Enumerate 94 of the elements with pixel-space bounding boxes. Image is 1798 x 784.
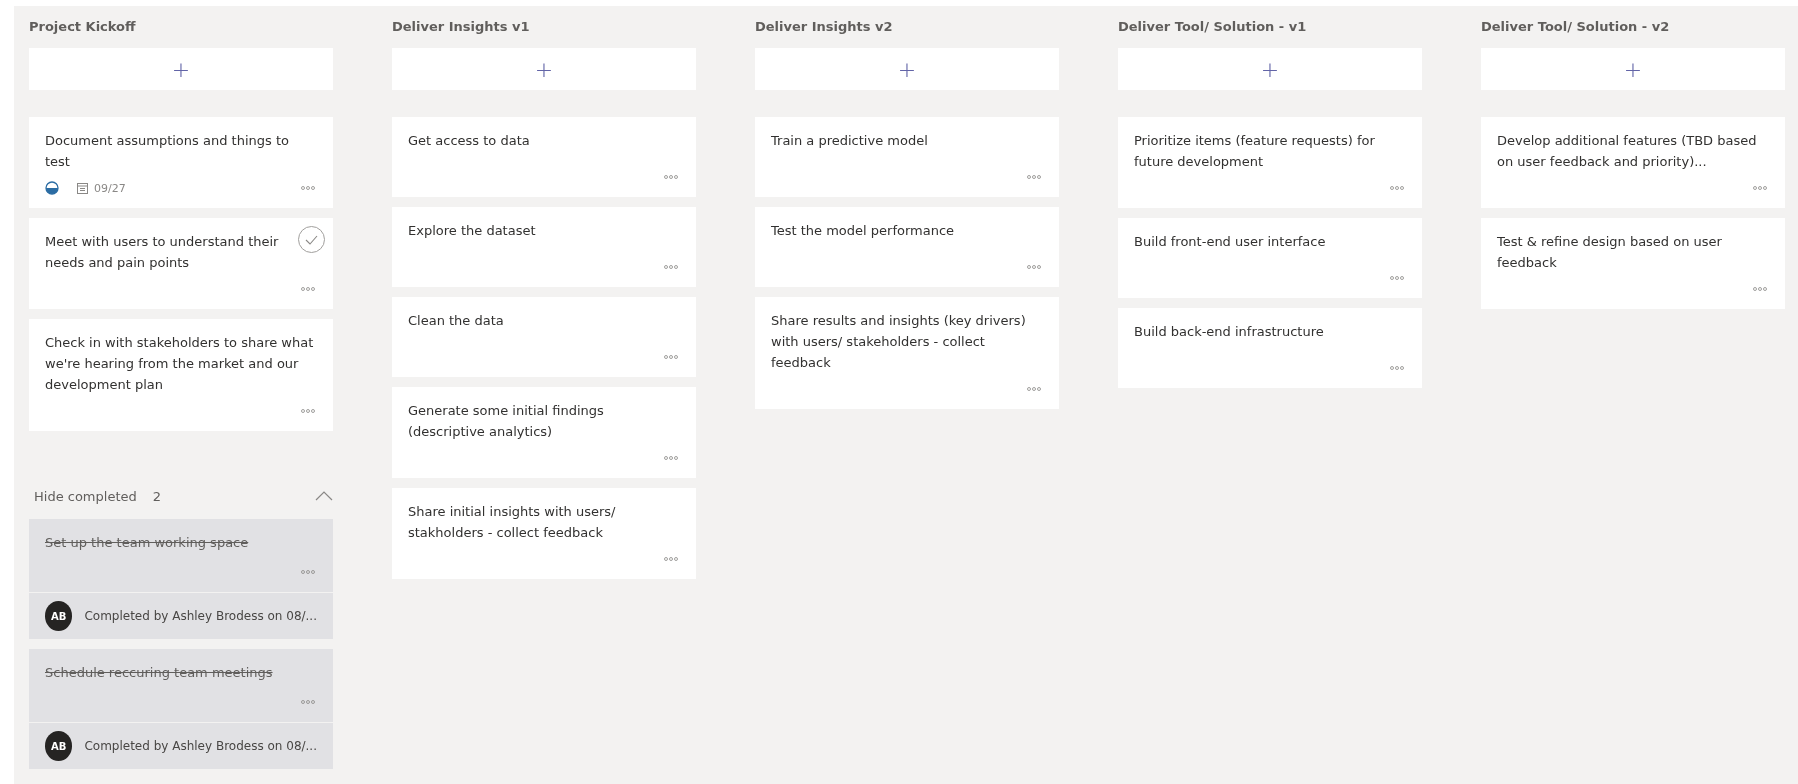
more-button[interactable]	[299, 184, 317, 192]
task-card[interactable]: Get access to data	[392, 117, 696, 197]
add-task-button[interactable]: +	[392, 48, 696, 90]
task-title: Set up the team working space	[45, 534, 250, 552]
more-icon	[664, 175, 678, 179]
task-card[interactable]: Share results and insights (key drivers) with users/ stakeholders - collect feedback	[755, 297, 1059, 409]
due-date: 09/27	[94, 181, 126, 195]
task-title: Get access to data	[408, 132, 531, 150]
more-button[interactable]	[662, 263, 680, 271]
task-title: Check in with stakeholders to share what we're hearing from the market and our development plan	[45, 334, 315, 394]
more-button[interactable]	[1025, 385, 1043, 393]
more-button[interactable]	[662, 454, 680, 462]
task-title: Prioritize items (feature requests) for future development	[1134, 132, 1376, 171]
more-button[interactable]	[1388, 274, 1406, 282]
bucket-title: Project Kickoff	[29, 18, 137, 36]
more-button[interactable]	[299, 568, 317, 576]
task-title: Develop additional features (TBD based on user feedback and priority)...	[1497, 132, 1758, 171]
more-button[interactable]	[1388, 184, 1406, 192]
bucket-title: Deliver Insights v1	[392, 18, 531, 36]
more-button[interactable]	[1751, 184, 1769, 192]
more-button[interactable]	[662, 173, 680, 181]
calendar-icon	[77, 182, 88, 194]
add-task-button[interactable]: +	[29, 48, 333, 90]
task-title: Share initial insights with users/ stakholders - collect feedback	[408, 503, 617, 542]
completed-task-card[interactable]: Set up the team working space	[29, 519, 333, 592]
task-title: Build front-end user interface	[1134, 233, 1327, 251]
bucket-title: Deliver Insights v2	[755, 18, 894, 36]
more-button[interactable]	[1751, 285, 1769, 293]
task-card[interactable]: Build front-end user interface	[1118, 218, 1422, 298]
chevron-icon	[315, 491, 333, 501]
task-card[interactable]: Clean the data	[392, 297, 696, 377]
more-icon	[301, 700, 315, 704]
completed-by-text: Completed by Ashley Brodess on 08/...	[84, 739, 317, 753]
task-title: Share results and insights (key drivers) with users/ stakeholders - collect feedback	[771, 312, 1027, 372]
more-icon	[1753, 287, 1767, 291]
more-button[interactable]	[299, 698, 317, 706]
more-icon	[1027, 175, 1041, 179]
task-card[interactable]: Share initial insights with users/ stakholders - collect feedback	[392, 488, 696, 579]
task-card[interactable]: Build back-end infrastructure	[1118, 308, 1422, 388]
add-task-button[interactable]: +	[1481, 48, 1785, 90]
task-title: Generate some initial findings (descriptive analytics)	[408, 402, 605, 441]
task-title: Document assumptions and things to test	[45, 132, 290, 171]
avatar: AB	[45, 731, 73, 761]
task-card[interactable]: Develop additional features (TBD based on user feedback and priority)...	[1481, 117, 1785, 208]
task-card[interactable]: Document assumptions and things to test 09/27	[29, 117, 333, 208]
more-icon	[301, 409, 315, 413]
more-icon	[1027, 265, 1041, 269]
task-card[interactable]: Prioritize items (feature requests) for future development	[1118, 117, 1422, 208]
more-icon	[664, 265, 678, 269]
more-icon	[664, 557, 678, 561]
more-button[interactable]	[662, 353, 680, 361]
collapse-button[interactable]	[315, 491, 333, 501]
more-button[interactable]	[299, 407, 317, 415]
check-icon	[305, 234, 318, 245]
avatar: AB	[45, 601, 73, 631]
task-title: Train a predictive model	[771, 132, 929, 150]
task-title: Build back-end infrastructure	[1134, 323, 1325, 341]
more-icon	[1753, 186, 1767, 190]
more-button[interactable]	[299, 285, 317, 293]
more-icon	[301, 186, 315, 190]
task-card[interactable]: Check in with stakeholders to share what we're hearing from the market and our development plan	[29, 319, 333, 431]
more-icon	[301, 287, 315, 291]
task-card[interactable]: Test & refine design based on user feedback	[1481, 218, 1785, 309]
bucket-title: Deliver Tool/ Solution - v2	[1481, 18, 1671, 36]
completed-by-text: Completed by Ashley Brodess on 08/...	[84, 609, 317, 623]
task-title: Explore the dataset	[408, 222, 537, 240]
more-button[interactable]	[662, 555, 680, 563]
add-task-button[interactable]: +	[755, 48, 1059, 90]
complete-check-button[interactable]	[298, 226, 325, 253]
bucket-title: Deliver Tool/ Solution - v1	[1118, 18, 1308, 36]
more-icon	[1390, 186, 1404, 190]
task-title: Meet with users to understand their needs and pain points	[45, 233, 280, 272]
task-card[interactable]: Train a predictive model	[755, 117, 1059, 197]
task-title: Clean the data	[408, 312, 505, 330]
more-icon	[664, 456, 678, 460]
task-card[interactable]: Meet with users to understand their needs and pain points	[29, 218, 333, 309]
more-button[interactable]	[1025, 263, 1043, 271]
more-icon	[1390, 276, 1404, 280]
completed-task-card[interactable]: Schedule reccuring team meetings	[29, 649, 333, 722]
hide-completed-label[interactable]: Hide completed	[34, 488, 137, 504]
more-icon	[301, 570, 315, 574]
task-title: Schedule reccuring team meetings	[45, 664, 274, 682]
task-card[interactable]: Test the model performance	[755, 207, 1059, 287]
more-icon	[1390, 366, 1404, 370]
more-icon	[664, 355, 678, 359]
task-title: Test & refine design based on user feedback	[1497, 233, 1723, 272]
task-card[interactable]: Explore the dataset	[392, 207, 696, 287]
add-task-button[interactable]: +	[1118, 48, 1422, 90]
more-button[interactable]	[1388, 364, 1406, 372]
more-button[interactable]	[1025, 173, 1043, 181]
task-title: Test the model performance	[771, 222, 956, 240]
completed-count: 2	[152, 488, 162, 504]
task-card[interactable]: Generate some initial findings (descriptive analytics)	[392, 387, 696, 478]
more-icon	[1027, 387, 1041, 391]
